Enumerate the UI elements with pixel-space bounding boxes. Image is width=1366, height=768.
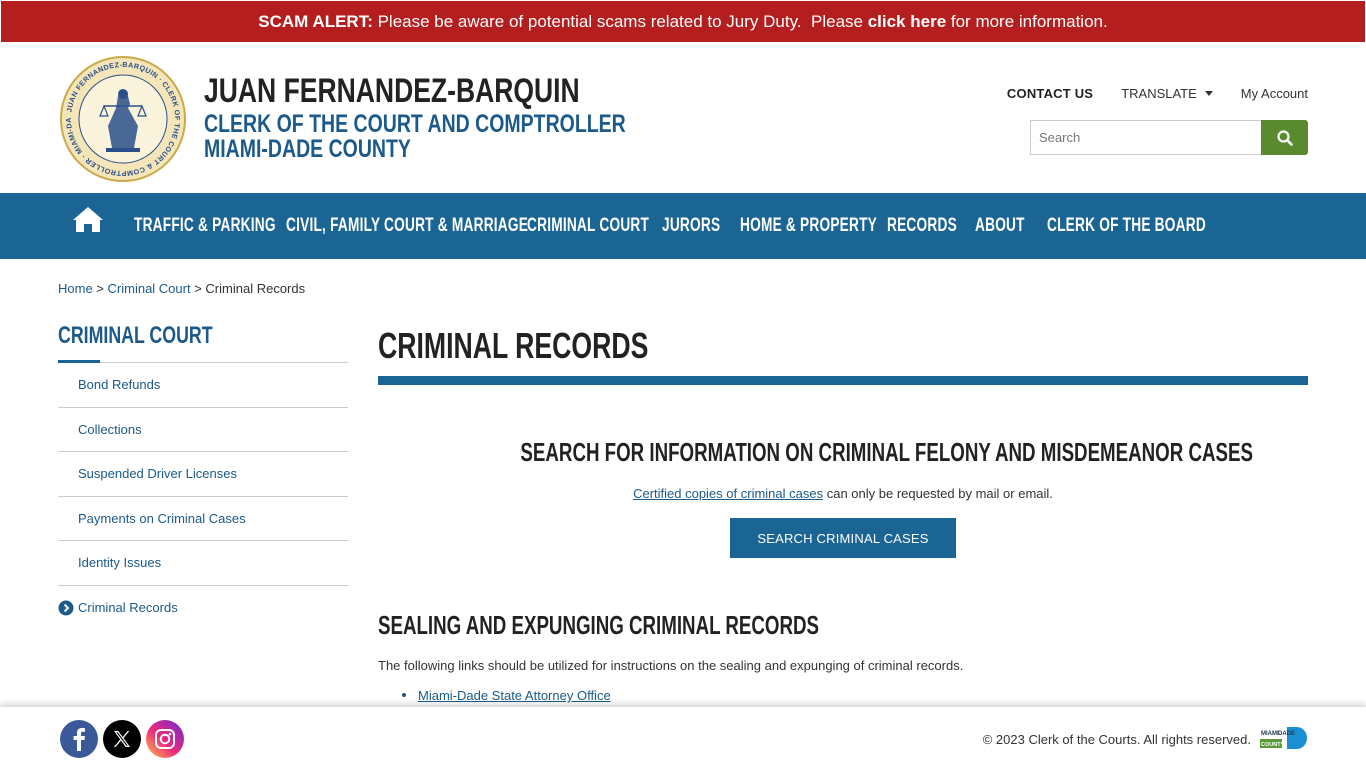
instagram-icon bbox=[155, 729, 175, 749]
facebook-link[interactable] bbox=[60, 720, 98, 758]
main-nav: TRAFFIC & PARKING CIVIL, FAMILY COURT & … bbox=[0, 193, 1366, 259]
certified-copies-text: can only be requested by mail or email. bbox=[823, 486, 1053, 501]
miami-dade-county-logo[interactable]: MIAMI DADE COUNTY bbox=[1259, 726, 1308, 750]
home-icon[interactable] bbox=[72, 205, 104, 233]
nav-clerk-of-the-board[interactable]: CLERK OF THE BOARD bbox=[1047, 215, 1206, 237]
sidebar-item-suspended-driver-licenses[interactable]: Suspended Driver Licenses bbox=[58, 452, 348, 497]
search-form bbox=[1030, 120, 1308, 155]
nav-civil-family-marriage[interactable]: CIVIL, FAMILY COURT & MARRIAGE bbox=[286, 215, 528, 237]
caret-down-icon bbox=[1204, 91, 1213, 96]
sidebar-item-criminal-records[interactable]: Criminal Records bbox=[58, 586, 348, 631]
site-header: JUAN FERNANDEZ-BARQUIN · CLERK OF THE CO… bbox=[0, 42, 1366, 193]
alert-text: Please be aware of potential scams relat… bbox=[372, 11, 868, 31]
breadcrumb: Home > Criminal Court > Criminal Records bbox=[58, 281, 305, 296]
list-item: Miami-Dade State Attorney Office bbox=[418, 688, 611, 703]
chevron-circle-right-icon bbox=[58, 600, 74, 615]
search-section-heading: SEARCH FOR INFORMATION ON CRIMINAL FELON… bbox=[520, 437, 1253, 467]
search-section-heading-wrap: SEARCH FOR INFORMATION ON CRIMINAL FELON… bbox=[378, 437, 1308, 468]
sidebar-item-collections[interactable]: Collections bbox=[58, 408, 348, 452]
x-twitter-link[interactable] bbox=[103, 720, 141, 758]
svg-text:DADE: DADE bbox=[1278, 731, 1295, 737]
contact-us-link[interactable]: CONTACT US bbox=[1007, 86, 1093, 101]
sidebar-item-bond-refunds[interactable]: Bond Refunds bbox=[58, 363, 348, 408]
breadcrumb-separator: > bbox=[92, 281, 108, 296]
facebook-icon bbox=[73, 728, 85, 751]
svg-text:COUNTY: COUNTY bbox=[1261, 742, 1285, 748]
instagram-link[interactable] bbox=[146, 720, 184, 758]
nav-home-property[interactable]: HOME & PROPERTY bbox=[740, 215, 877, 237]
sidebar-item-label: Criminal Records bbox=[78, 600, 178, 616]
page-title: CRIMINAL RECORDS bbox=[378, 325, 649, 366]
svg-text:MIAMI: MIAMI bbox=[1261, 731, 1279, 737]
translate-label: TRANSLATE bbox=[1121, 86, 1197, 101]
sidebar-menu: Bond Refunds Collections Suspended Drive… bbox=[58, 363, 348, 630]
sidebar-item-label: Bond Refunds bbox=[78, 377, 161, 393]
site-footer: © 2023 Clerk of the Courts. All rights r… bbox=[0, 707, 1366, 768]
certified-copies-note: Certified copies of criminal cases can o… bbox=[378, 486, 1308, 501]
sealing-links: Miami-Dade State Attorney Office bbox=[418, 688, 611, 703]
nav-traffic-parking[interactable]: TRAFFIC & PARKING bbox=[134, 215, 276, 237]
state-attorney-link[interactable]: Miami-Dade State Attorney Office bbox=[418, 688, 611, 703]
title-rule bbox=[378, 376, 1308, 385]
breadcrumb-criminal-court[interactable]: Criminal Court bbox=[108, 281, 191, 296]
sidebar-item-label: Suspended Driver Licenses bbox=[78, 466, 237, 482]
nav-jurors[interactable]: JURORS bbox=[662, 215, 720, 237]
scam-alert-bar: SCAM ALERT: Please be aware of potential… bbox=[1, 1, 1365, 42]
clerk-title: CLERK OF THE COURT AND COMPTROLLER bbox=[204, 110, 626, 138]
translate-dropdown[interactable]: TRANSLATE bbox=[1121, 86, 1213, 101]
search-criminal-cases-button[interactable]: SEARCH CRIMINAL CASES bbox=[730, 518, 956, 558]
my-account-link[interactable]: My Account bbox=[1241, 86, 1308, 101]
alert-link[interactable]: click here bbox=[868, 12, 946, 32]
nav-records[interactable]: RECORDS bbox=[887, 215, 957, 237]
x-icon bbox=[114, 731, 130, 747]
search-input[interactable] bbox=[1030, 120, 1261, 155]
breadcrumb-current: Criminal Records bbox=[205, 281, 306, 296]
search-button[interactable] bbox=[1261, 120, 1308, 155]
sidebar-item-label: Collections bbox=[78, 421, 142, 437]
copyright-text: © 2023 Clerk of the Courts. All rights r… bbox=[982, 732, 1251, 747]
nav-criminal-court[interactable]: CRIMINAL COURT bbox=[527, 215, 649, 237]
sidebar-item-label: Identity Issues bbox=[78, 555, 162, 571]
clerk-seal-logo[interactable]: JUAN FERNANDEZ-BARQUIN · CLERK OF THE CO… bbox=[60, 56, 186, 182]
search-icon bbox=[1276, 129, 1293, 146]
certified-copies-link[interactable]: Certified copies of criminal cases bbox=[633, 486, 823, 501]
county-name: MIAMI-DADE COUNTY bbox=[204, 135, 411, 163]
sidebar-item-identity-issues[interactable]: Identity Issues bbox=[58, 541, 348, 586]
alert-text-end: for more information. bbox=[946, 11, 1108, 31]
utility-links: CONTACT US TRANSLATE My Account bbox=[1007, 86, 1308, 101]
nav-about[interactable]: ABOUT bbox=[975, 215, 1025, 237]
brand-block[interactable]: JUAN FERNANDEZ-BARQUIN CLERK OF THE COUR… bbox=[204, 74, 626, 162]
breadcrumb-separator: > bbox=[190, 281, 206, 296]
alert-label: SCAM ALERT: bbox=[258, 11, 373, 31]
sidebar-item-label: Payments on Criminal Cases bbox=[78, 510, 246, 526]
clerk-name: JUAN FERNANDEZ-BARQUIN bbox=[204, 72, 580, 110]
sidebar-item-payments-criminal-cases[interactable]: Payments on Criminal Cases bbox=[58, 497, 348, 541]
breadcrumb-home[interactable]: Home bbox=[58, 281, 93, 296]
sidebar-title[interactable]: CRIMINAL COURT bbox=[58, 322, 213, 350]
sealing-instructions: The following links should be utilized f… bbox=[378, 658, 964, 673]
sealing-heading: SEALING AND EXPUNGING CRIMINAL RECORDS bbox=[378, 610, 819, 640]
list-bullet bbox=[402, 693, 406, 697]
